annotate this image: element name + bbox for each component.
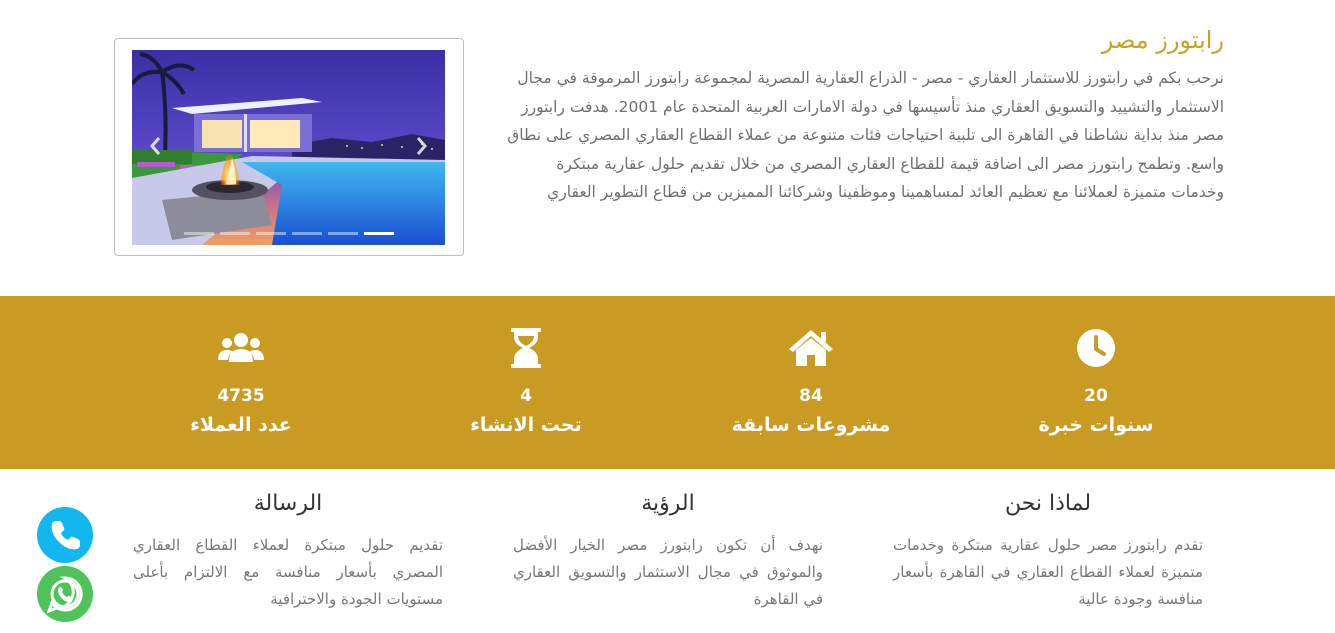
carousel-indicator[interactable] — [183, 232, 214, 235]
about-description: نرحب بكم في رابتورز للاستثمار العقاري - … — [507, 69, 1224, 202]
carousel-indicator[interactable] — [291, 232, 322, 235]
stat-years-experience-value: 20 — [1084, 386, 1108, 406]
stat-clients-label: عدد العملاء — [190, 414, 292, 436]
users-icon — [218, 333, 264, 362]
about-title: رابتورز مصر — [1101, 26, 1224, 54]
whatsapp-button[interactable] — [37, 566, 93, 622]
vision-column: الرؤية نهدف أن تكون رابتورز مصر الخيار ا… — [513, 488, 823, 613]
about-section: رابتورز مصر نرحب بكم في رابتورز للاستثما… — [0, 0, 1335, 296]
stat-clients-value: 4735 — [217, 386, 265, 406]
whatsapp-icon — [46, 576, 83, 614]
vision-text: نهدف أن تكون رابتورز مصر الخيار الأفضل و… — [513, 536, 823, 608]
chevron-left-icon — [150, 137, 161, 155]
why-us-column: لماذا نحن تقدم رابتورز مصر حلول عقارية م… — [893, 488, 1203, 613]
mission-text: تقديم حلول مبتكرة لعملاء القطاع العقاري … — [133, 536, 443, 608]
stats-band: 4735 عدد العملاء 4 تحت الانشاء 84 مشروعا… — [0, 296, 1335, 469]
hourglass-icon — [511, 328, 541, 368]
call-button[interactable] — [37, 507, 93, 563]
mission-column: الرسالة تقديم حلول مبتكرة لعملاء القطاع … — [133, 488, 443, 613]
mission-title: الرسالة — [253, 491, 323, 516]
stat-years-experience-label: سنوات خبرة — [1038, 414, 1154, 436]
carousel-indicators — [132, 232, 445, 235]
carousel-indicator[interactable] — [327, 232, 358, 235]
clock-icon — [1077, 329, 1115, 367]
about-text-block: رابتورز مصر نرحب بكم في رابتورز للاستثما… — [500, 22, 1224, 207]
stat-previous-projects-value: 84 — [799, 386, 823, 406]
vision-title: الرؤية — [641, 491, 695, 516]
home-icon — [789, 330, 833, 366]
chevron-right-icon — [416, 137, 427, 155]
carousel-indicator[interactable] — [219, 232, 250, 235]
why-us-text: تقدم رابتورز مصر حلول عقارية مبتكرة وخدم… — [893, 536, 1203, 608]
stat-under-construction-value: 4 — [520, 386, 532, 406]
image-carousel — [114, 38, 464, 256]
carousel-next-arrow[interactable] — [415, 135, 429, 157]
stat-previous-projects-label: مشروعات سابقة — [731, 414, 891, 436]
carousel-indicator[interactable] — [255, 232, 286, 235]
carousel-prev-arrow[interactable] — [148, 135, 162, 157]
carousel-indicator-active[interactable] — [363, 232, 394, 235]
phone-icon — [51, 521, 80, 550]
stat-under-construction-label: تحت الانشاء — [470, 414, 582, 436]
carousel-slide-image — [132, 50, 445, 245]
why-us-title: لماذا نحن — [1004, 491, 1092, 516]
